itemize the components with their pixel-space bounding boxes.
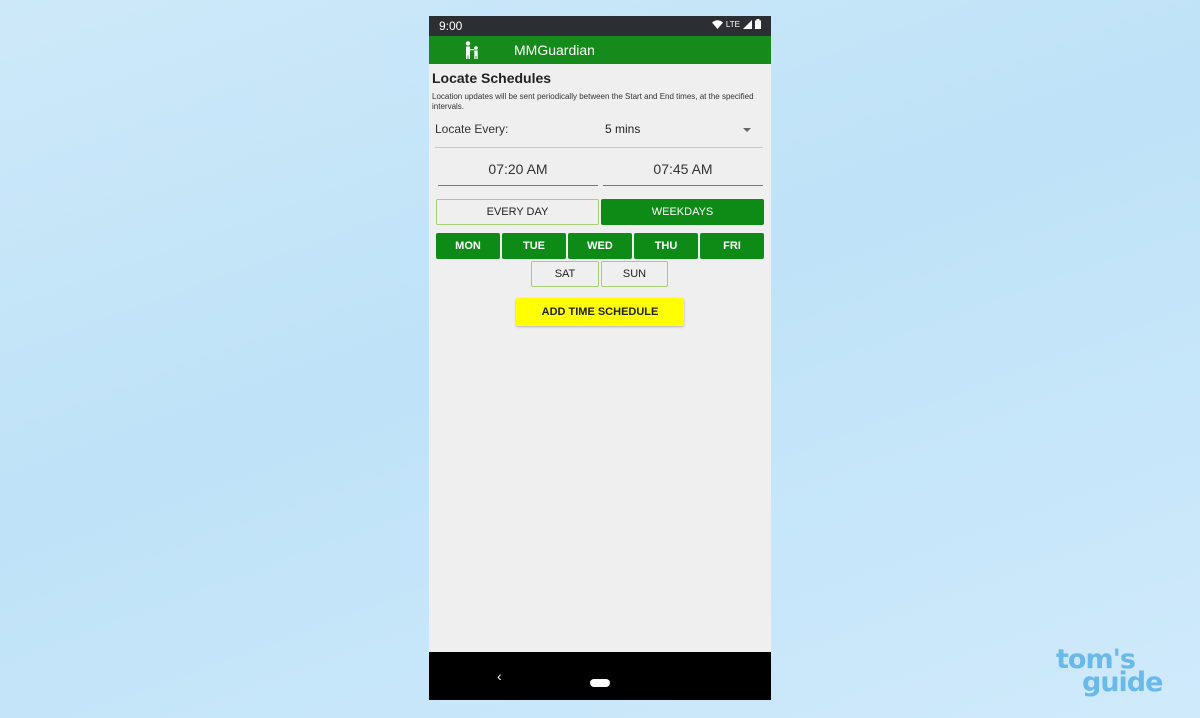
day-button-wed[interactable]: WED bbox=[568, 233, 632, 259]
day-button-thu[interactable]: THU bbox=[634, 233, 698, 259]
status-time: 9:00 bbox=[439, 19, 463, 33]
every-day-button[interactable]: EVERY DAY bbox=[436, 199, 599, 225]
end-time-field[interactable]: 07:45 AM bbox=[603, 157, 763, 186]
network-label: LTE bbox=[725, 19, 740, 29]
locate-every-label: Locate Every: bbox=[435, 122, 509, 136]
day-button-mon[interactable]: MON bbox=[436, 233, 500, 259]
page-title: Locate Schedules bbox=[432, 70, 552, 86]
app-title: MMGuardian bbox=[514, 42, 595, 58]
day-button-sun[interactable]: SUN bbox=[601, 261, 668, 287]
signal-icon bbox=[743, 19, 752, 29]
dropdown-arrow-icon bbox=[743, 128, 751, 132]
add-time-schedule-button[interactable]: ADD TIME SCHEDULE bbox=[516, 298, 684, 326]
start-time-field[interactable]: 07:20 AM bbox=[438, 157, 598, 186]
home-pill-icon[interactable] bbox=[590, 679, 610, 687]
page-description: Location updates will be sent periodical… bbox=[432, 92, 754, 111]
locate-every-value: 5 mins bbox=[605, 122, 641, 136]
toms-guide-watermark: tom's guide bbox=[1056, 646, 1180, 696]
navigation-bar: ‹ bbox=[429, 652, 771, 700]
back-icon[interactable]: ‹ bbox=[497, 669, 502, 683]
locate-interval-select[interactable]: Locate Every: 5 mins bbox=[435, 119, 763, 148]
day-button-fri[interactable]: FRI bbox=[700, 233, 764, 259]
family-icon bbox=[465, 41, 478, 59]
battery-icon bbox=[755, 19, 761, 29]
status-icons: LTE bbox=[711, 19, 761, 29]
wifi-icon bbox=[711, 19, 723, 29]
app-bar: MMGuardian bbox=[429, 36, 771, 64]
status-bar: 9:00 LTE bbox=[429, 16, 771, 36]
phone-screen: 9:00 LTE MMGuardian Locate Schedules Loc… bbox=[429, 16, 771, 700]
day-button-tue[interactable]: TUE bbox=[502, 233, 566, 259]
locate-schedules-screen: Locate Schedules Location updates will b… bbox=[429, 64, 771, 652]
weekdays-button[interactable]: WEEKDAYS bbox=[601, 199, 764, 225]
day-button-sat[interactable]: SAT bbox=[531, 261, 599, 287]
